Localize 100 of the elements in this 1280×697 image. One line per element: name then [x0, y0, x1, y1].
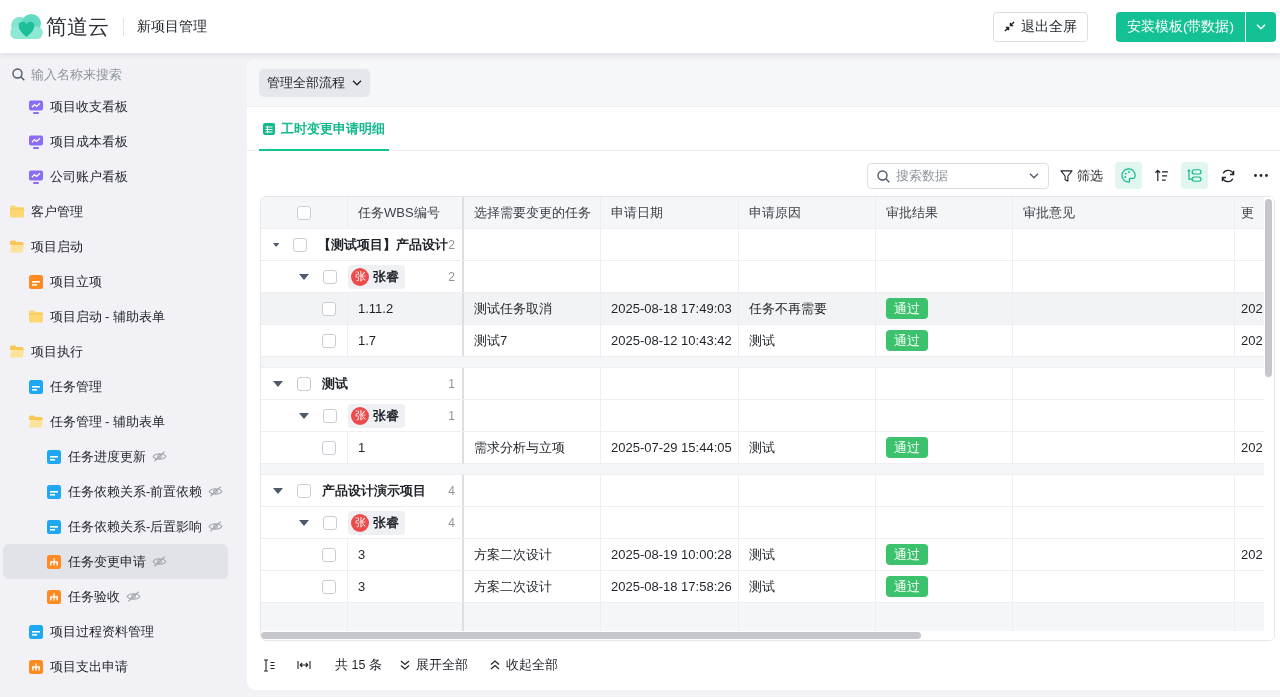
- column-header[interactable]: 选择需要变更的任务: [474, 203, 591, 222]
- caret-down-icon[interactable]: [273, 241, 280, 248]
- filter-button[interactable]: 筛选: [1060, 162, 1103, 189]
- checkbox[interactable]: [322, 579, 336, 594]
- status-tag: 通过: [886, 298, 928, 319]
- horizontal-scrollbar[interactable]: [261, 632, 921, 639]
- table-cell: 测试任务取消: [474, 299, 552, 318]
- column-header[interactable]: 任务WBS编号: [358, 203, 440, 222]
- user-name: 张睿: [373, 267, 399, 286]
- sidebar-item[interactable]: 公司账户看板: [3, 159, 228, 194]
- sidebar-item[interactable]: 项目收支看板: [3, 89, 228, 124]
- sidebar-item[interactable]: 任务进度更新: [3, 439, 228, 474]
- caret-down-icon[interactable]: [273, 380, 283, 387]
- sidebar-item[interactable]: 项目支出申请: [3, 649, 228, 684]
- avatar: 张: [351, 267, 369, 286]
- column-header[interactable]: 更: [1241, 203, 1254, 222]
- status-tag: 通过: [886, 576, 928, 597]
- heart-cloud-icon: [9, 13, 44, 40]
- table-cell: 任务不再需要: [749, 299, 827, 318]
- search-field[interactable]: 搜索数据: [867, 162, 1049, 189]
- sidebar-item[interactable]: 项目立项: [3, 264, 228, 299]
- group-button[interactable]: [1181, 162, 1208, 189]
- sidebar-item[interactable]: 任务依赖关系-后置影响: [3, 509, 228, 544]
- table-cell: 2025-08-12 10:43:42: [611, 333, 732, 348]
- sidebar-item[interactable]: 客户管理: [3, 194, 228, 229]
- vertical-scrollbar[interactable]: [1265, 199, 1272, 377]
- column-header[interactable]: 审批意见: [1023, 203, 1075, 222]
- sidebar-item[interactable]: 项目执行: [3, 334, 228, 369]
- sidebar-item[interactable]: 项目启动 - 辅助表单: [3, 299, 228, 334]
- group-count: 2: [448, 269, 455, 284]
- checkbox[interactable]: [323, 269, 337, 284]
- install-menu-button[interactable]: [1246, 11, 1276, 42]
- double-chevron-up-icon: [489, 660, 500, 670]
- caret-down-icon[interactable]: [299, 412, 309, 419]
- user-name: 张睿: [373, 513, 399, 532]
- hierarchy-icon: [47, 589, 61, 604]
- row-height-icon[interactable]: [263, 658, 275, 672]
- table-cell: 2025-08-18 17:58:26: [611, 579, 732, 594]
- monitor-chart-icon: [28, 99, 43, 114]
- exit-fullscreen-button[interactable]: 退出全屏: [993, 11, 1088, 42]
- search-icon: [877, 169, 890, 183]
- checkbox[interactable]: [323, 408, 337, 423]
- table-cell: 3: [358, 579, 366, 594]
- checkbox[interactable]: [297, 376, 311, 391]
- user-name: 张睿: [373, 406, 399, 425]
- logo-text: 简道云: [46, 16, 109, 37]
- caret-down-icon[interactable]: [299, 273, 309, 280]
- more-icon: [1253, 174, 1268, 177]
- monitor-chart-icon: [28, 169, 43, 184]
- search-icon: [12, 67, 25, 81]
- checkbox[interactable]: [322, 547, 336, 562]
- chevron-down-icon: [1256, 23, 1266, 30]
- sidebar-item[interactable]: 任务变更申请: [3, 544, 228, 579]
- status-tag: 通过: [886, 544, 928, 565]
- caret-down-icon[interactable]: [273, 487, 283, 494]
- sort-icon: [1154, 169, 1169, 182]
- flow-menu-button[interactable]: 管理全部流程: [259, 69, 370, 97]
- shrink-arrows-icon: [1004, 21, 1015, 32]
- group-count: 4: [448, 483, 455, 498]
- format-button[interactable]: [1115, 162, 1142, 189]
- checkbox[interactable]: [323, 515, 337, 530]
- expand-all-button[interactable]: 展开全部: [399, 656, 468, 674]
- checkbox[interactable]: [293, 237, 308, 252]
- status-tag: 通过: [886, 330, 928, 351]
- table-row[interactable]: 3 方案二次设计 2025-08-19 10:00:28 测试 通过 202: [261, 539, 1264, 571]
- table-cell: 202: [1241, 333, 1263, 348]
- chevron-down-icon: [1029, 172, 1039, 179]
- table-cell: 测试: [749, 331, 775, 350]
- sidebar-item[interactable]: 项目过程资料管理: [3, 614, 228, 649]
- checkbox[interactable]: [322, 440, 336, 455]
- table-cell: 1.7: [358, 333, 377, 348]
- sidebar-item[interactable]: 任务管理 - 辅助表单: [3, 404, 228, 439]
- sidebar-item[interactable]: 项目成本看板: [3, 124, 228, 159]
- sidebar-item[interactable]: 任务依赖关系-前置依赖: [3, 474, 228, 509]
- record-count: 共 15 条: [335, 656, 382, 674]
- checkbox[interactable]: [297, 205, 311, 220]
- app-title: 新项目管理: [137, 17, 207, 36]
- column-width-icon[interactable]: [297, 660, 311, 670]
- table-row[interactable]: 1.11.2 测试任务取消 2025-08-18 17:49:03 任务不再需要 通过 202: [261, 293, 1264, 325]
- group-count: 2: [448, 237, 455, 252]
- palette-icon: [1121, 168, 1136, 183]
- caret-down-icon[interactable]: [299, 519, 309, 526]
- table-cell: 方案二次设计: [474, 577, 552, 596]
- column-header[interactable]: 申请日期: [611, 203, 663, 222]
- group-count: 4: [448, 515, 455, 530]
- sidebar-item[interactable]: 任务管理: [3, 369, 228, 404]
- group-count: 1: [448, 408, 455, 423]
- column-header[interactable]: 申请原因: [749, 203, 801, 222]
- sidebar-item[interactable]: 任务验收: [3, 579, 228, 614]
- chevron-down-icon: [352, 80, 362, 86]
- search-field[interactable]: 输入名称来搜索: [31, 63, 211, 85]
- table-cell: 2025-07-29 15:44:05: [611, 440, 732, 455]
- checkbox[interactable]: [322, 333, 336, 348]
- checkbox[interactable]: [322, 301, 336, 316]
- hierarchy-icon: [28, 659, 43, 674]
- group-label: 【测试项目】产品设计: [318, 235, 449, 254]
- column-header[interactable]: 审批结果: [886, 203, 938, 222]
- checkbox[interactable]: [297, 483, 311, 498]
- collapse-all-button[interactable]: 收起全部: [489, 656, 558, 674]
- sidebar-item[interactable]: 项目启动: [3, 229, 228, 264]
